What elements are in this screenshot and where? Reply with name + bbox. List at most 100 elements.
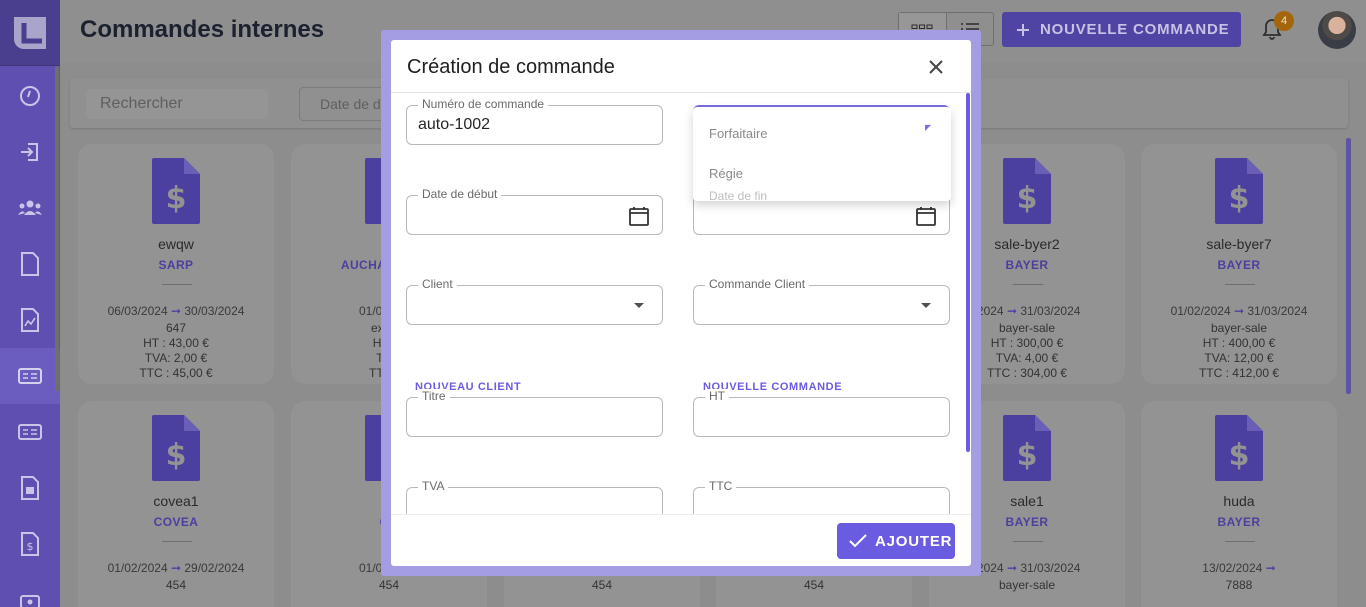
card-ref: 454 — [378, 578, 400, 592]
card-end-date: 31/03/2024 — [1247, 304, 1308, 318]
arrow-right-icon: ➞ — [1006, 304, 1018, 318]
card-start-date: 01/02/2024 — [1170, 304, 1231, 318]
search-input[interactable]: Rechercher — [86, 89, 268, 119]
notification-badge: 4 — [1274, 11, 1294, 31]
order-icon — [18, 368, 42, 384]
svg-text:$: $ — [1229, 438, 1250, 473]
invoice-document-icon: $ — [1003, 415, 1051, 481]
users-icon — [18, 200, 42, 215]
svg-text:$: $ — [1017, 181, 1038, 216]
arrow-right-icon: ➞ — [1233, 304, 1245, 318]
card-ht: HT : 400,00 € — [1202, 336, 1276, 350]
sidebar-scrollbar[interactable] — [55, 66, 59, 391]
sidebar-item-internal-orders[interactable] — [0, 348, 60, 404]
order-number-label: Numéro de commande — [418, 97, 549, 111]
chevron-down-icon — [921, 303, 931, 308]
title-field[interactable]: Titre — [406, 389, 663, 437]
tva-label: TVA — [418, 479, 449, 493]
svg-text:$: $ — [1017, 438, 1038, 473]
sidebar-item-login[interactable] — [0, 124, 60, 180]
order-card[interactable]: $ ewqw SARP 06/03/2024 ➞ 30/03/2024 647 … — [78, 144, 274, 384]
card-divider — [162, 541, 192, 542]
card-start-date: 06/03/2024 — [107, 304, 168, 318]
order-card[interactable]: $ sale-byer7 BAYER 01/02/2024 ➞ 31/03/20… — [1141, 144, 1337, 384]
card-end-date: 31/03/2024 — [1020, 561, 1081, 575]
create-order-dialog: Création de commande Numéro de commande … — [391, 40, 971, 566]
tva-field[interactable]: TVA — [406, 479, 663, 514]
order-list-icon — [18, 424, 42, 440]
card-dates: 01/02/2024 ➞ 31/03/2024 — [1141, 304, 1337, 318]
card-ref: 454 — [803, 578, 825, 592]
svg-text:$: $ — [166, 438, 187, 473]
ttc-label: TTC — [705, 479, 737, 493]
sidebar-item-exchange[interactable] — [0, 572, 60, 607]
calendar-icon[interactable] — [915, 205, 937, 227]
sidebar-item-reports[interactable] — [0, 292, 60, 348]
close-button[interactable] — [925, 56, 947, 78]
sidebar-item-orders[interactable] — [0, 404, 60, 460]
card-start-date: 01/02/2024 — [107, 561, 168, 575]
page-title: Commandes internes — [80, 16, 325, 43]
card-ttc: TTC : 412,00 € — [1198, 366, 1280, 380]
sidebar-item-documents[interactable] — [0, 236, 60, 292]
card-ref: 7888 — [1225, 578, 1253, 592]
card-dates: 13/02/2024 ➞ — [1141, 561, 1337, 575]
order-card[interactable]: $ covea1 COVEA 01/02/2024 ➞ 29/02/2024 4… — [78, 401, 274, 607]
sidebar-item-invoices[interactable] — [0, 460, 60, 516]
card-ref: bayer-sale — [998, 578, 1056, 592]
dialog-scrollbar[interactable] — [966, 93, 970, 452]
svg-text:$: $ — [166, 181, 187, 216]
card-tva: TVA: 2,00 € — [144, 351, 208, 365]
arrow-right-icon: ➞ — [170, 561, 182, 575]
sidebar-item-dashboard[interactable] — [0, 68, 60, 124]
ht-field[interactable]: HT — [693, 389, 950, 437]
client-order-label: Commande Client — [705, 277, 810, 291]
add-button[interactable]: AJOUTER — [837, 523, 955, 559]
sidebar-item-users[interactable] — [0, 180, 60, 236]
card-ht: HT : 43,00 € — [143, 336, 209, 350]
plus-icon — [1017, 23, 1029, 36]
start-date-field[interactable]: Date de début — [406, 187, 663, 235]
logo-icon — [14, 16, 46, 49]
start-date-label: Date de début — [418, 187, 502, 201]
card-client: BAYER — [1217, 258, 1261, 272]
card-divider — [1225, 541, 1255, 542]
card-ref: bayer-sale — [1210, 321, 1268, 335]
arrow-right-icon: ➞ — [1265, 561, 1276, 575]
order-number-field[interactable]: Numéro de commande auto-1002 — [406, 97, 663, 145]
check-icon — [849, 534, 867, 548]
invoice-document-icon: $ — [152, 415, 200, 481]
sidebar-item-payments[interactable]: $ — [0, 516, 60, 572]
client-label: Client — [418, 277, 457, 291]
card-tva: TVA: 12,00 € — [1204, 351, 1274, 365]
card-divider — [162, 284, 192, 285]
calendar-icon[interactable] — [628, 205, 650, 227]
order-card[interactable]: $ huda BAYER 13/02/2024 ➞ 7888 — [1141, 401, 1337, 607]
card-name: covea1 — [153, 493, 199, 509]
new-order-label: NOUVELLE COMMANDE — [1040, 21, 1230, 38]
main-scrollbar[interactable] — [1346, 138, 1351, 394]
dropdown-option-forfaitaire[interactable]: Forfaitaire — [709, 126, 768, 141]
order-number-value: auto-1002 — [418, 116, 491, 133]
app-logo[interactable] — [0, 0, 60, 66]
card-name: sale-byer7 — [1206, 236, 1272, 252]
card-client: SARP — [158, 258, 194, 272]
card-ref: 647 — [165, 321, 187, 335]
card-client: BAYER — [1217, 515, 1261, 529]
new-order-button[interactable]: NOUVELLE COMMANDE — [1002, 12, 1241, 47]
user-avatar[interactable] — [1318, 11, 1356, 49]
card-dates: 06/03/2024 ➞ 30/03/2024 — [78, 304, 274, 318]
report-icon — [21, 308, 39, 332]
ttc-field[interactable]: TTC — [693, 479, 950, 514]
dropdown-option-regie[interactable]: Régie — [709, 166, 743, 181]
invoice-document-icon: $ — [1215, 415, 1263, 481]
add-button-label: AJOUTER — [875, 532, 953, 550]
exchange-icon — [20, 595, 40, 607]
card-end-date: 30/03/2024 — [184, 304, 245, 318]
card-end-date: 31/03/2024 — [1020, 304, 1081, 318]
title-label: Titre — [418, 389, 450, 403]
clock-icon — [20, 86, 40, 106]
card-divider — [1013, 541, 1043, 542]
client-select[interactable]: Client — [406, 277, 663, 325]
client-order-select[interactable]: Commande Client — [693, 277, 950, 325]
